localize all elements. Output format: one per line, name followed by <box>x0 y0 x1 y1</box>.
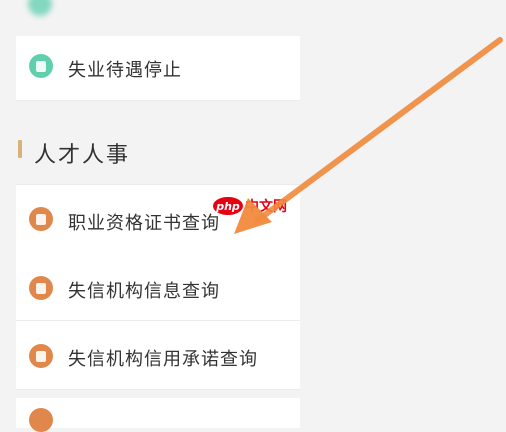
arrow-shaft <box>255 37 503 223</box>
arrow-annotation <box>234 37 503 234</box>
